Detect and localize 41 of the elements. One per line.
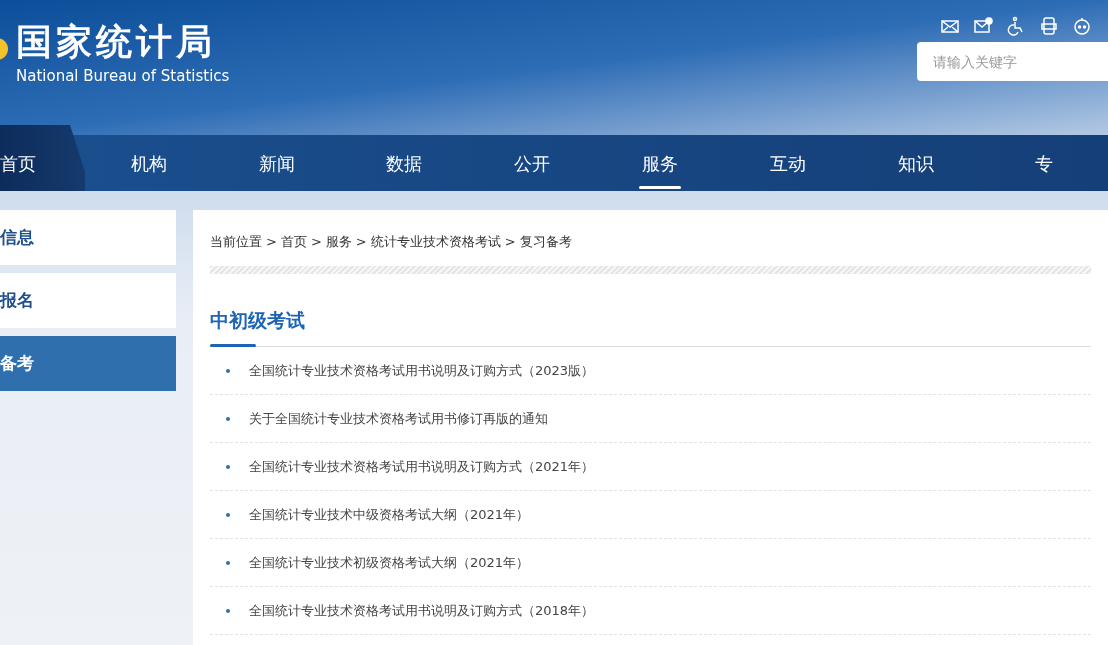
site-subtitle: National Bureau of Statistics xyxy=(16,66,230,86)
bullet-icon xyxy=(226,464,230,469)
nav-tab[interactable]: 首页 xyxy=(0,125,85,191)
robot-icon[interactable] xyxy=(1072,16,1092,36)
section-title: 中初级考试 xyxy=(210,307,306,333)
mail-add-icon[interactable] xyxy=(973,16,993,36)
nav-tab[interactable]: 服务 xyxy=(596,135,725,191)
bullet-icon xyxy=(226,560,230,565)
breadcrumb-link[interactable]: 统计专业技术资格考试 xyxy=(370,232,501,252)
bullet-icon xyxy=(226,416,230,421)
article-link[interactable]: 全国统计专业技术中级资格考试大纲（2021年） xyxy=(249,504,530,525)
article-link[interactable]: 全国统计专业技术资格考试用书说明及订购方式（2021年） xyxy=(249,456,595,477)
breadcrumb-link[interactable]: 服务 xyxy=(325,232,352,252)
nav-tab[interactable]: 公开 xyxy=(468,135,597,191)
nav-tab[interactable]: 互动 xyxy=(724,135,853,191)
breadcrumb-link[interactable]: 复习备考 xyxy=(519,232,572,252)
sidebar-item[interactable]: 报名 xyxy=(0,273,176,328)
nav-tab[interactable]: 数据 xyxy=(340,135,469,191)
breadcrumb-separator: > xyxy=(355,233,367,251)
article-link[interactable]: 全国统计专业技术初级资格考试大纲（2021年） xyxy=(249,552,530,573)
nav-tab[interactable]: 新闻 xyxy=(212,135,341,191)
nav-tab[interactable]: 机构 xyxy=(84,135,213,191)
breadcrumb-label: 当前位置 xyxy=(210,233,262,251)
breadcrumb-separator: > xyxy=(266,233,277,251)
breadcrumb-link[interactable]: 首页 xyxy=(280,232,307,252)
breadcrumb-separator: > xyxy=(504,233,516,251)
search-field[interactable]: 请输入关键字 xyxy=(917,42,1108,81)
nav-tab[interactable]: 专 xyxy=(980,135,1108,191)
active-underline xyxy=(639,186,682,189)
nav-tab[interactable]: 知识 xyxy=(852,135,981,191)
article-link[interactable]: 全国统计专业技术资格考试用书说明及订购方式（2023版） xyxy=(249,360,595,381)
sidebar-item[interactable]: 备考 xyxy=(0,336,176,391)
sidebar-item[interactable]: 信息 xyxy=(0,210,176,265)
bullet-icon xyxy=(226,608,230,613)
accessibility-icon[interactable] xyxy=(1006,16,1026,36)
article-link[interactable]: 关于全国统计专业技术资格考试用书修订再版的通知 xyxy=(249,408,548,429)
bullet-icon xyxy=(226,368,230,373)
bullet-icon xyxy=(226,512,230,517)
site-title: 国家统计局 xyxy=(16,20,217,64)
breadcrumb-separator: > xyxy=(310,233,322,251)
article-link[interactable]: 全国统计专业技术资格考试用书说明及订购方式（2018年） xyxy=(249,600,595,621)
